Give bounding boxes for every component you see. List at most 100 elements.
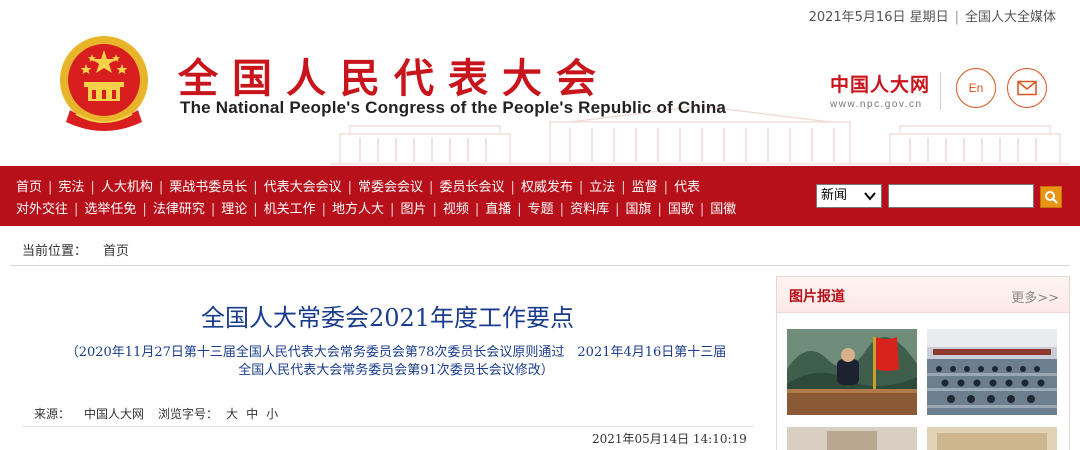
top-separator: |	[954, 10, 959, 25]
nav-separator: |	[390, 202, 395, 217]
nav-row-1: 首页 | 宪法 | 人大机构 | 栗战书委员长 | 代表大会会议 | 常委会会议 | 委员长会议 | 权威发…	[16, 176, 736, 198]
site-title-cn: 全国人民代表大会	[178, 55, 610, 102]
font-size-label: 浏览字号：	[158, 407, 219, 421]
nav-item[interactable]: 对外交往	[16, 198, 68, 217]
breadcrumb-divider	[10, 265, 1070, 266]
nav-item[interactable]: 人大机构	[101, 176, 153, 195]
nav-separator: |	[657, 202, 662, 217]
nav-item[interactable]: 资料库	[570, 198, 609, 217]
nav-separator: |	[615, 202, 620, 217]
font-size-large[interactable]: 大	[226, 407, 238, 421]
mail-icon	[1017, 80, 1037, 96]
nav-separator: |	[253, 180, 258, 195]
nav-item[interactable]: 图片	[400, 198, 426, 217]
masthead: 全国人民代表大会 The National People's Congress …	[0, 26, 1080, 166]
breadcrumb-label: 当前位置：	[22, 244, 88, 259]
main-nav: 首页 | 宪法 | 人大机构 | 栗战书委员长 | 代表大会会议 | 常委会会议 | 委员长会议 | 权威发…	[0, 166, 1080, 226]
photo-report-header: 图片报道 更多>>	[777, 277, 1069, 313]
breadcrumb-home[interactable]: 首页	[103, 244, 129, 259]
nav-item[interactable]: 视频	[443, 198, 469, 217]
nav-row-2: 对外交往 | 选举任免 | 法律研究 | 理论 | 机关工作 | 地方人大 | 图片 | 视频 | 直播 | 专题 |…	[16, 198, 736, 220]
nav-separator: |	[210, 202, 216, 217]
meta-divider	[22, 426, 754, 427]
nav-item[interactable]: 权威发布	[521, 176, 573, 195]
photo-preview-4	[927, 427, 1057, 450]
nav-item[interactable]: 国歌	[668, 198, 694, 217]
source-label: 来源：	[34, 407, 71, 421]
chevron-down-icon	[864, 192, 876, 201]
nav-item[interactable]: 代表	[674, 176, 700, 195]
media-link[interactable]: 全国人大全媒体	[965, 10, 1056, 25]
search-icon	[1045, 191, 1058, 204]
article-subtitle-line-1: （2020年11月27日第十三届全国人民代表大会常务委员会第78次委员长会议原则…	[65, 345, 727, 360]
english-button[interactable]: En	[956, 68, 996, 108]
search-button[interactable]	[1040, 186, 1062, 208]
english-button-label: En	[968, 81, 984, 95]
nav-item[interactable]: 常委会会议	[358, 176, 423, 195]
nav-item[interactable]: 专题	[528, 198, 554, 217]
nav-item[interactable]: 立法	[589, 176, 615, 195]
article-subtitle-line-2: 全国人民代表大会常务委员会第91次委员长会议修改）	[238, 363, 554, 378]
nav-item[interactable]: 宪法	[58, 176, 84, 195]
nav-item[interactable]: 委员长会议	[439, 176, 504, 195]
breadcrumb: 当前位置： 首页	[22, 240, 129, 259]
top-strip-right: 2021年5月16日 星期日 | 全国人大全媒体	[809, 6, 1056, 25]
nav-separator: |	[559, 202, 565, 217]
current-date: 2021年5月16日 星期日	[808, 10, 949, 25]
nav-separator: |	[578, 180, 584, 195]
photo-thumbnail-2[interactable]	[927, 329, 1057, 415]
font-size-small[interactable]: 小	[266, 407, 278, 421]
more-link[interactable]: 更多>>	[1011, 287, 1059, 306]
font-size-medium[interactable]: 中	[246, 407, 258, 421]
nav-item[interactable]: 法律研究	[153, 198, 205, 217]
national-emblem-icon	[60, 36, 148, 131]
nav-item[interactable]: 国徽	[710, 198, 736, 217]
nav-separator: |	[663, 180, 669, 195]
article-meta: 来源： 中国人大网 浏览字号： 大中小	[34, 405, 278, 422]
search-category-select[interactable]: 新闻	[816, 184, 882, 208]
nav-separator: |	[699, 202, 705, 217]
site-title-en: The National People's Congress of the Pe…	[180, 98, 727, 117]
source-value: 中国人大网	[84, 407, 145, 421]
nav-separator: |	[74, 202, 79, 217]
nav-separator: |	[621, 180, 626, 195]
nav-separator: |	[321, 202, 327, 217]
nav-item[interactable]: 监督	[632, 176, 658, 195]
nav-item[interactable]: 理论	[221, 198, 247, 217]
nav-separator: |	[90, 180, 95, 195]
nav-item[interactable]: 栗战书委员长	[169, 176, 247, 195]
mail-button[interactable]	[1007, 68, 1047, 108]
nav-item[interactable]: 机关工作	[264, 198, 316, 217]
photo-thumbnail-1[interactable]	[787, 329, 917, 415]
photo-official-meeting	[787, 329, 917, 415]
photo-thumbnail-3[interactable]	[787, 427, 917, 450]
nav-item[interactable]: 代表大会会议	[264, 176, 342, 195]
logo-divider	[940, 72, 941, 110]
npc-logo-text: 中国人大网	[830, 74, 931, 96]
nav-separator: |	[347, 180, 353, 195]
nav-separator: |	[48, 180, 53, 195]
search-category-value: 新闻	[821, 188, 848, 203]
nav-separator: |	[432, 202, 437, 217]
nav-separator: |	[158, 180, 164, 195]
photo-thumbnail-4[interactable]	[927, 427, 1057, 450]
nav-separator: |	[510, 180, 515, 195]
nav-separator: |	[429, 180, 434, 195]
nav-item[interactable]: 选举任免	[84, 198, 136, 217]
nav-item[interactable]: 地方人大	[332, 198, 384, 217]
photo-preview-3	[787, 427, 917, 450]
nav-item[interactable]: 国旗	[625, 198, 651, 217]
nav-separator: |	[474, 202, 480, 217]
photo-report-panel: 图片报道 更多>>	[776, 276, 1070, 450]
search-input[interactable]	[888, 184, 1034, 208]
top-strip: 2021年5月16日 星期日 | 全国人大全媒体	[0, 0, 1080, 26]
article-title: 全国人大常委会2021年度工作要点	[200, 304, 575, 332]
npc-logo-url: www.npc.gov.cn	[830, 99, 923, 110]
nav-links: 首页 | 宪法 | 人大机构 | 栗战书委员长 | 代表大会会议 | 常委会会议 | 委员长会议 | 权威发…	[16, 176, 736, 220]
nav-separator: |	[142, 202, 147, 217]
nav-item[interactable]: 直播	[485, 198, 511, 217]
nav-item[interactable]: 首页	[16, 176, 42, 195]
photo-conference-hall	[927, 329, 1057, 415]
npc-logo[interactable]: 中国人大网 www.npc.gov.cn	[830, 70, 930, 110]
nav-separator: |	[253, 202, 258, 217]
